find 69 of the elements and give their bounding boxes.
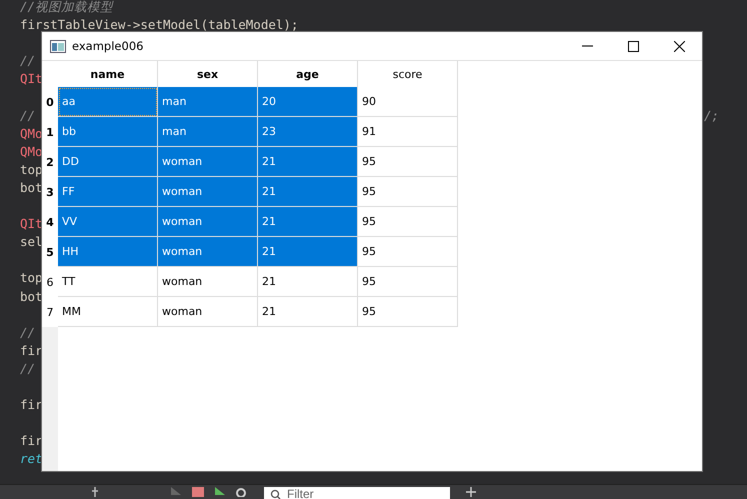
code-line: top (20, 270, 43, 288)
table-cell[interactable]: 95 (358, 147, 458, 177)
table-cell[interactable]: 90 (358, 87, 458, 117)
code-line: QMo (20, 144, 43, 161)
app-icon (50, 40, 66, 52)
window-title: example006 (72, 39, 144, 53)
table-cell[interactable]: man (158, 117, 258, 147)
code-line: // (20, 108, 36, 125)
table-cell[interactable]: woman (158, 207, 258, 237)
code-line: sel (20, 234, 43, 252)
minimize-icon (582, 45, 592, 47)
code-line: fir (20, 342, 43, 360)
table-cell[interactable]: 21 (258, 237, 358, 267)
code-line: QIt (20, 71, 43, 88)
search-icon (270, 489, 281, 499)
table-cell[interactable]: 23 (258, 117, 358, 147)
code-line: // (20, 324, 36, 342)
plus-icon[interactable] (466, 487, 476, 497)
table-cell[interactable]: 21 (258, 147, 358, 177)
row-header[interactable]: 7 (42, 297, 58, 327)
code-line: // (20, 53, 36, 70)
table-cell[interactable]: aa (58, 87, 158, 117)
table-cell[interactable]: woman (158, 237, 258, 267)
maximize-icon (628, 40, 638, 52)
table-cell[interactable]: woman (158, 297, 258, 327)
table-cell[interactable]: bb (58, 117, 158, 147)
table-cell[interactable]: FF (58, 177, 158, 207)
row-header[interactable]: 4 (42, 207, 58, 237)
table-cell[interactable]: 21 (258, 297, 358, 327)
table-cell[interactable]: VV (58, 207, 158, 237)
table-cell[interactable]: 95 (358, 267, 458, 297)
code-line: firstTableView->setModel(tableModel); (20, 17, 298, 34)
table-cell[interactable]: 21 (258, 267, 358, 297)
table-cell[interactable]: 95 (358, 177, 458, 207)
row-header[interactable]: 2 (42, 147, 58, 177)
code-line: bot (20, 288, 43, 306)
table-cell[interactable]: 21 (258, 207, 358, 237)
table-cell[interactable]: man (158, 87, 258, 117)
row-header[interactable]: 5 (42, 237, 58, 267)
table-cell[interactable]: TT (58, 267, 158, 297)
code-line: top (20, 162, 43, 179)
code-line: ret (20, 451, 43, 468)
table-cell[interactable]: woman (158, 177, 258, 207)
table-cell[interactable]: woman (158, 147, 258, 177)
close-icon (674, 40, 684, 52)
table-cell[interactable]: 95 (358, 207, 458, 237)
table-cell[interactable]: 91 (358, 117, 458, 147)
code-fragment: /; (704, 108, 719, 125)
table-cell[interactable]: 21 (258, 177, 358, 207)
table-cell[interactable]: 95 (358, 237, 458, 267)
code-line: fir (20, 433, 43, 450)
table-cell[interactable]: woman (158, 267, 258, 297)
table-cell[interactable]: HH (58, 237, 158, 267)
filter-field[interactable]: Filter (264, 487, 450, 499)
play-icon[interactable] (214, 487, 226, 497)
table-cell[interactable]: 20 (258, 87, 358, 117)
code-line: QIt (20, 216, 43, 234)
table-cell[interactable]: DD (58, 147, 158, 177)
row-header[interactable]: 3 (42, 177, 58, 207)
code-line: QMo (20, 126, 43, 143)
row-header[interactable]: 1 (42, 117, 58, 147)
code-line: // (20, 360, 36, 378)
table-cell[interactable]: 95 (358, 297, 458, 327)
row-header[interactable]: 6 (42, 267, 58, 297)
row-header[interactable]: 0 (42, 87, 58, 117)
code-line: //视图加载模型 (20, 0, 114, 16)
table-cell[interactable]: MM (58, 297, 158, 327)
code-line: bot (20, 180, 43, 197)
code-line: fir (20, 397, 43, 414)
